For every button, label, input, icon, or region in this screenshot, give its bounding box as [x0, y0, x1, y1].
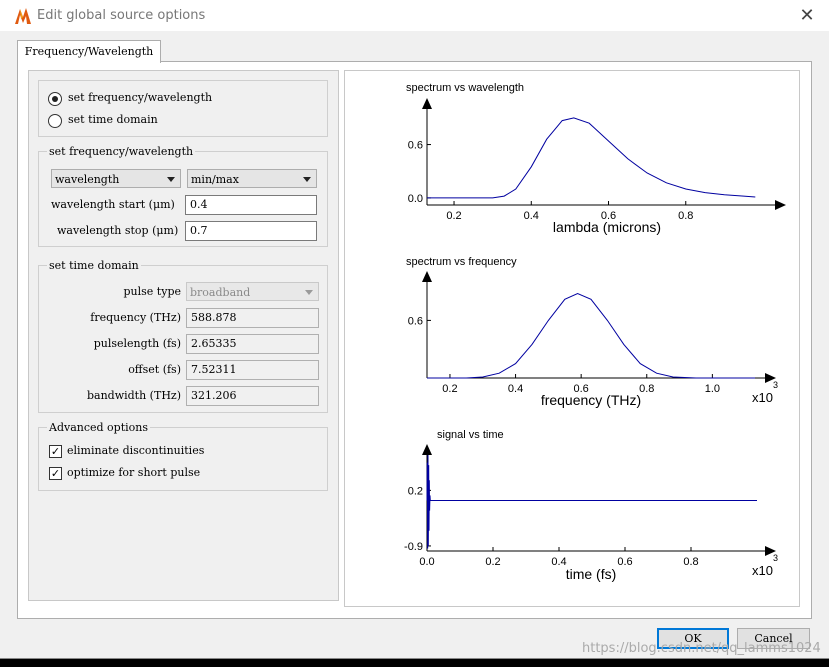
x-axis-label: frequency (THz) — [541, 392, 641, 408]
radio-set-frequency-wavelength[interactable] — [48, 92, 62, 106]
pulselength-label: pulselength (fs) — [93, 337, 181, 350]
x-axis-multiplier: x10 — [752, 390, 773, 405]
group-title: Advanced options — [47, 421, 151, 434]
tab-frequency-wavelength[interactable]: Frequency/Wavelength — [17, 40, 161, 63]
x-axis-multiplier: x10 — [752, 563, 773, 578]
mode-group: set frequency/wavelength set time domain — [38, 80, 328, 137]
pulse-type-value: broadband — [190, 286, 251, 299]
chart-title: spectrum vs frequency — [406, 256, 517, 268]
y-tick-label: 0.6 — [408, 315, 423, 327]
y-axis-arrow-icon — [422, 271, 432, 282]
x-tick-label: 0.2 — [485, 556, 500, 568]
offset-label: offset (fs) — [128, 363, 181, 376]
group-title: set frequency/wavelength — [47, 145, 196, 158]
y-axis-arrow-icon — [422, 444, 432, 455]
x-tick-label: 0.2 — [446, 210, 461, 222]
radio-set-time-domain[interactable] — [48, 114, 62, 128]
wavelength-stop-input[interactable]: 0.7 — [185, 221, 317, 241]
x-axis-multiplier-exponent: 3 — [773, 380, 778, 390]
y-tick-label: 0.2 — [408, 485, 423, 497]
x-tick-label: 0.8 — [683, 556, 698, 568]
x-tick-label: 0.4 — [524, 210, 539, 222]
chevron-down-icon — [305, 290, 313, 295]
x-tick-label: 0.8 — [639, 383, 654, 395]
radio-label[interactable]: set frequency/wavelength — [68, 91, 212, 105]
offset-input[interactable]: 7.52311 — [186, 360, 319, 380]
chart-spectrum-vs-frequency: spectrum vs frequency 0.2 0.4 0.6 0.8 1.00.6… — [406, 256, 778, 408]
group-title: set time domain — [47, 259, 141, 272]
x-tick-label: 0.4 — [508, 383, 523, 395]
y-tick-label: -0.9 — [404, 541, 423, 553]
type-select[interactable]: wavelength — [51, 169, 181, 188]
chart-spectrum-vs-wavelength: spectrum vs wavelength 0.2 0.4 0.6 0.80.00.… — [406, 82, 786, 235]
bandwidth-label: bandwidth (THz) — [86, 389, 181, 402]
y-tick-label: 0.6 — [408, 140, 423, 152]
lumerical-logo-icon — [15, 8, 31, 24]
plot-panel: spectrum vs wavelength 0.2 0.4 0.6 0.8 0.0 0.… — [344, 70, 800, 607]
bandwidth-input[interactable]: 321.206 — [186, 386, 319, 406]
x-tick-label: 0.0 — [419, 556, 434, 568]
radio-label[interactable]: set time domain — [68, 113, 158, 127]
x-tick-label: 1.0 — [705, 383, 720, 395]
window-title: Edit global source options — [37, 8, 206, 23]
wavelength-start-input[interactable]: 0.4 — [185, 195, 317, 215]
plots-svg: spectrum vs wavelength 0.2 0.4 0.6 0.8 0.0 0.… — [404, 82, 786, 582]
x-tick-label: 0.8 — [678, 210, 693, 222]
time-domain-group: set time domain pulse type broadband fre… — [38, 259, 328, 413]
wavelength-stop-label: wavelength stop (μm) — [57, 224, 179, 237]
checkbox-label[interactable]: optimize for short pulse — [67, 466, 200, 480]
eliminate-discontinuities-checkbox[interactable]: ✓ — [49, 445, 62, 458]
chart-title: signal vs time — [437, 429, 504, 441]
x-axis-label: time (fs) — [566, 566, 617, 582]
chevron-down-icon — [303, 177, 311, 182]
y-axis-arrow-icon — [422, 98, 432, 109]
freq-wl-group: set frequency/wavelength wavelength min/… — [38, 145, 328, 247]
frequency-input[interactable]: 588.878 — [186, 308, 319, 328]
chevron-down-icon — [167, 177, 175, 182]
pulselength-input[interactable]: 2.65335 — [186, 334, 319, 354]
range-select[interactable]: min/max — [187, 169, 317, 188]
range-select-value: min/max — [191, 173, 239, 186]
x-axis-multiplier-exponent: 3 — [773, 553, 778, 563]
series-line — [427, 117, 756, 199]
wavelength-start-label: wavelength start (μm) — [51, 198, 175, 211]
watermark-text: https://blog.csdn.net/qq_lamms1024 — [582, 641, 821, 656]
dialog-window: Edit global source options ✕ Frequency/W… — [0, 0, 829, 659]
series-line — [427, 292, 755, 379]
advanced-options-group: Advanced options ✓ eliminate discontinui… — [38, 421, 328, 491]
x-tick-label: 0.4 — [551, 556, 566, 568]
series-line — [426, 454, 757, 549]
checkbox-label[interactable]: eliminate discontinuities — [67, 444, 204, 458]
y-tick-label: 0.0 — [408, 193, 423, 205]
chart-title: spectrum vs wavelength — [406, 82, 524, 94]
close-button[interactable]: ✕ — [795, 5, 819, 27]
x-axis-arrow-icon — [775, 200, 786, 210]
optimize-short-pulse-checkbox[interactable]: ✓ — [49, 467, 62, 480]
frequency-label: frequency (THz) — [90, 311, 181, 324]
x-axis-label: lambda (microns) — [553, 219, 661, 235]
pulse-type-label: pulse type — [123, 285, 181, 298]
title-bar[interactable]: Edit global source options ✕ — [0, 0, 829, 31]
x-tick-label: 0.6 — [617, 556, 632, 568]
settings-panel: set frequency/wavelength set time domain… — [28, 70, 339, 601]
type-select-value: wavelength — [55, 173, 120, 186]
pulse-type-select[interactable]: broadband — [186, 282, 319, 301]
chart-signal-vs-time: signal vs time 0.0 0.2 0.4 0.6 0.8 0.2 -0.9 ti… — [404, 429, 778, 582]
x-tick-label: 0.2 — [442, 383, 457, 395]
